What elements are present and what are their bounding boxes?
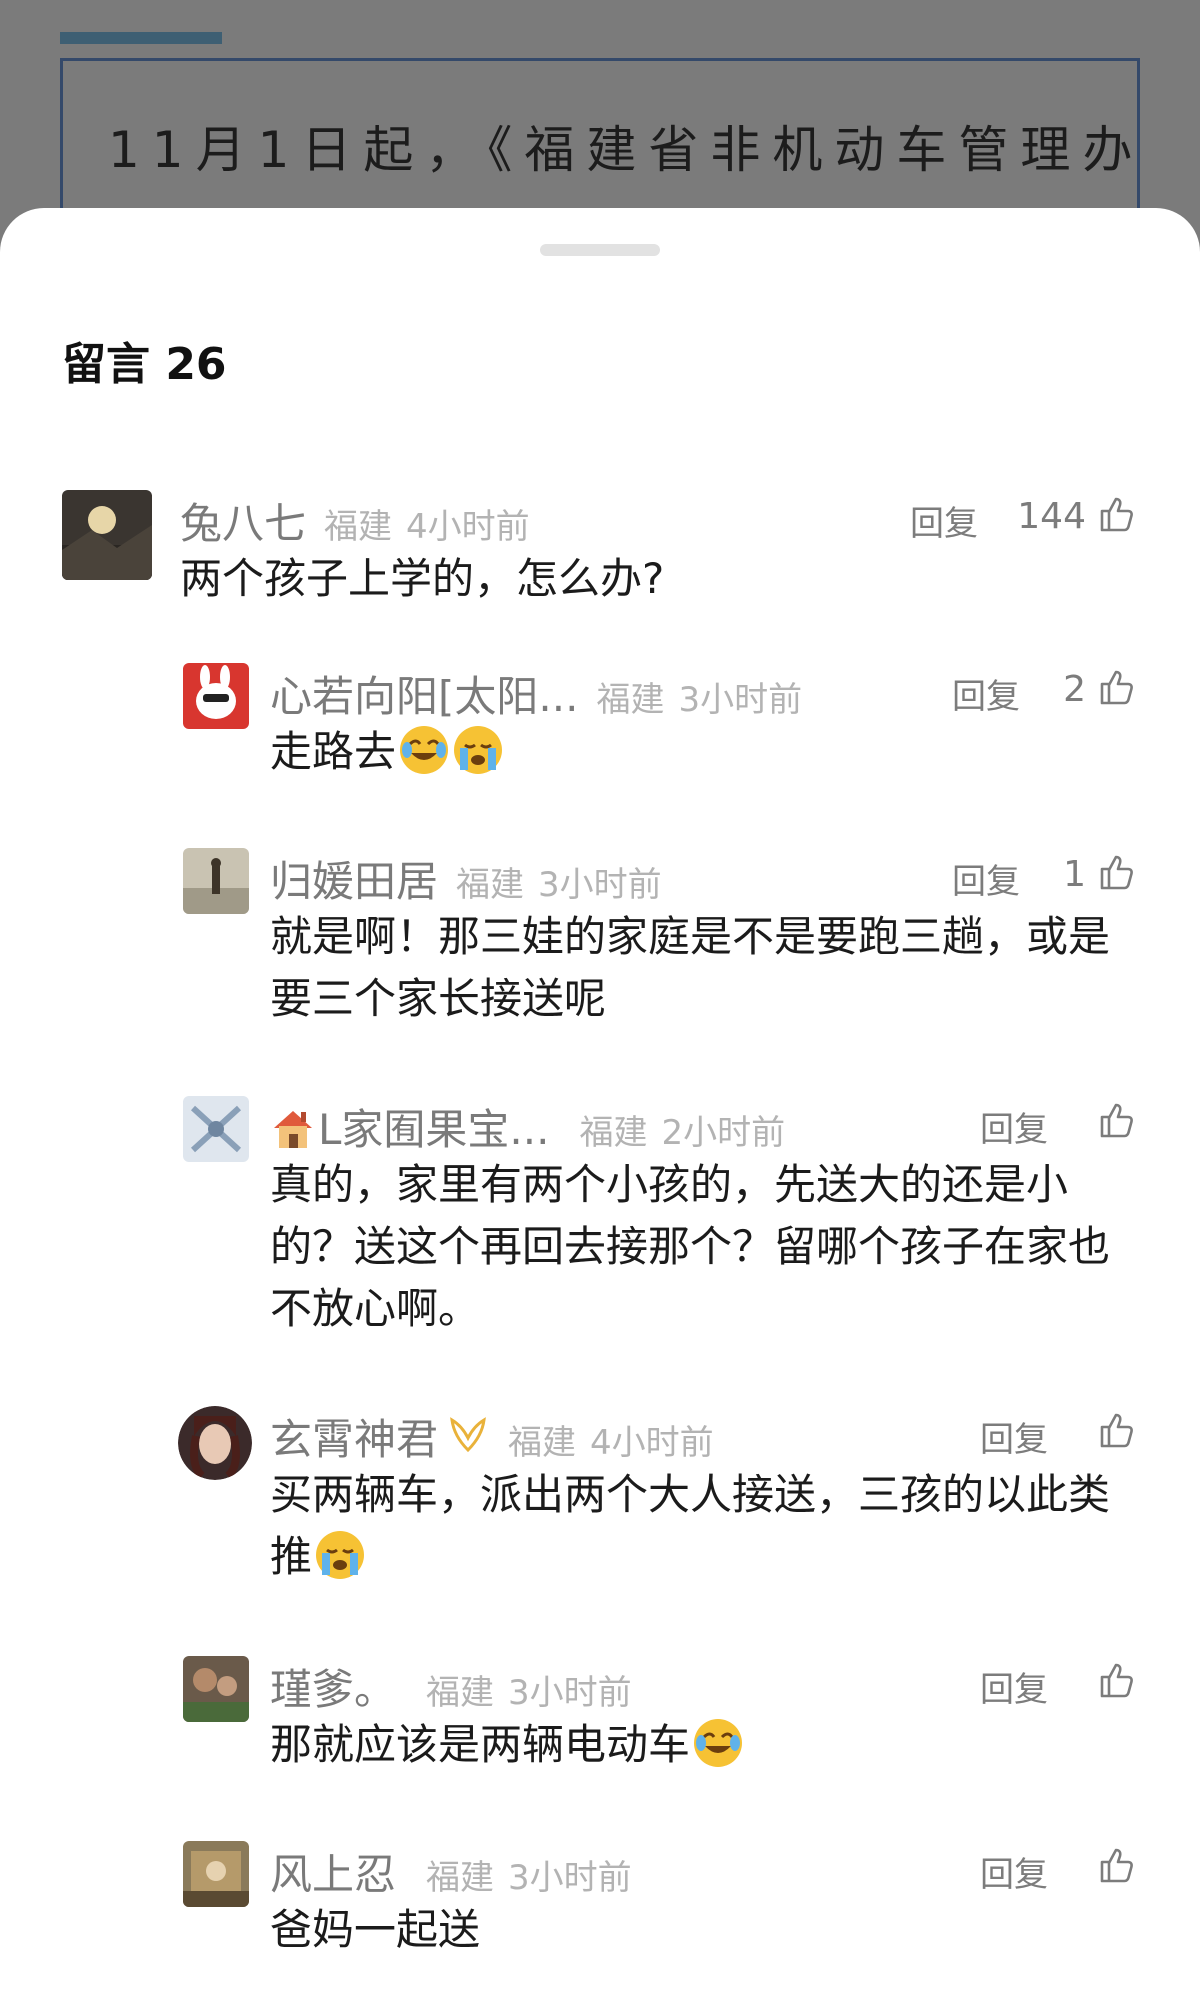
comment-author[interactable]: 归媛田居 [270, 848, 438, 909]
comment-text: 走路去 [270, 721, 1130, 783]
comment-author[interactable]: 心若向阳[太阳... [270, 663, 578, 724]
comment-author[interactable]: L家囿果宝... [270, 1096, 549, 1157]
thumbs-up-icon[interactable] [1096, 667, 1136, 707]
comment-time: 2小时前 [661, 1113, 786, 1153]
article-accent-bar [60, 32, 222, 44]
comment-sheet: 留言 26 兔八七 福建 4小时前 回复 144 两个孩子上学的，怎么办? 心若… [0, 208, 1200, 2015]
avatar[interactable] [183, 1096, 249, 1162]
comment-location: 福建 [596, 680, 665, 720]
like-count: 1 [1063, 854, 1086, 895]
comment-text: 买两辆车，派出两个大人接送，三孩的以此类推 [270, 1470, 1111, 1581]
comment-time: 3小时前 [538, 865, 662, 905]
face-with-tears-of-joy-icon [400, 726, 449, 774]
reply-button[interactable]: 回复 [980, 1662, 1048, 1711]
comment-author[interactable]: 风上忍 [270, 1841, 396, 1902]
thumbs-up-icon[interactable] [1096, 1845, 1136, 1885]
reply-button[interactable]: 回复 [910, 496, 978, 545]
avatar[interactable] [62, 490, 152, 580]
background-article: 11月1日起，《福建省非机动车管理办 [0, 0, 1200, 278]
reply-button[interactable]: 回复 [980, 1102, 1048, 1151]
thumbs-up-icon[interactable] [1096, 1660, 1136, 1700]
comment-location: 福建 [508, 1423, 577, 1463]
comment-text: 爸妈一起送 [270, 1905, 481, 1954]
loudly-crying-face-icon [454, 726, 503, 774]
reply-button[interactable]: 回复 [980, 1847, 1048, 1896]
avatar[interactable] [183, 663, 249, 729]
like-count: 2 [1063, 669, 1086, 710]
comment-location: 福建 [456, 865, 525, 905]
article-headline: 11月1日起，《福建省非机动车管理办 [108, 121, 1145, 179]
comment-author[interactable]: 瑾爹。 [270, 1656, 396, 1717]
comment-location: 福建 [579, 1113, 648, 1153]
comment-location: 福建 [426, 1673, 495, 1713]
comment-author[interactable]: 玄霄神君 [270, 1406, 438, 1467]
sheet-drag-handle[interactable] [540, 244, 660, 256]
reply-button[interactable]: 回复 [952, 854, 1020, 903]
comment-author[interactable]: 兔八七 [180, 490, 306, 551]
comment-time: 4小时前 [406, 507, 530, 547]
verified-badge-icon [450, 1417, 486, 1453]
comment-time: 3小时前 [508, 1673, 632, 1713]
reply-button[interactable]: 回复 [952, 669, 1020, 718]
comment-text: 真的，家里有两个小孩的，先送大的还是小的？送这个再回去接那个？留哪个孩子在家也不… [270, 1160, 1111, 1333]
like-count: 144 [1017, 496, 1086, 537]
face-with-tears-of-joy-icon [694, 1719, 743, 1767]
comment-location: 福建 [426, 1858, 495, 1898]
comment-time: 3小时前 [678, 680, 803, 720]
comment-text: 那就应该是两辆电动车 [270, 1714, 1130, 1776]
reply-button[interactable]: 回复 [980, 1412, 1048, 1461]
comment-text: 两个孩子上学的，怎么办? [180, 554, 665, 603]
avatar[interactable] [178, 1406, 252, 1480]
comments-title: 留言 26 [62, 339, 227, 390]
comment-time: 3小时前 [508, 1858, 632, 1898]
house-icon [274, 1111, 312, 1148]
comment-text: 就是啊！那三娃的家庭是不是要跑三趟，或是要三个家长接送呢 [270, 912, 1111, 1023]
thumbs-up-icon[interactable] [1096, 1100, 1136, 1140]
thumbs-up-icon[interactable] [1096, 1410, 1136, 1450]
comment-time: 4小时前 [590, 1423, 714, 1463]
avatar[interactable] [183, 1841, 249, 1907]
loudly-crying-face-icon [316, 1531, 365, 1579]
thumbs-up-icon[interactable] [1096, 494, 1136, 534]
thumbs-up-icon[interactable] [1096, 852, 1136, 892]
comment-location: 福建 [324, 507, 393, 547]
avatar[interactable] [183, 1656, 249, 1722]
avatar[interactable] [183, 848, 249, 914]
